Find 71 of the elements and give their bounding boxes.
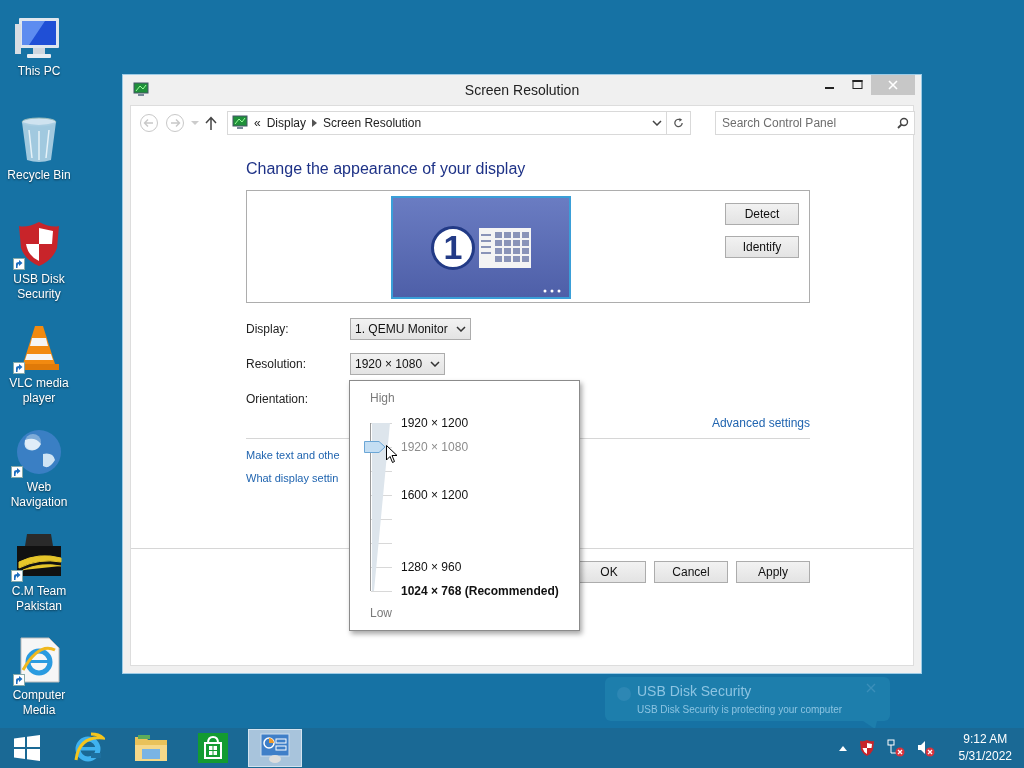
resolution-option[interactable]: 1024 × 768 (Recommended) (401, 584, 559, 598)
desktop-icon-label[interactable]: C.M Team Pakistan (1, 584, 77, 614)
resolution-option[interactable]: 1920 × 1200 (401, 416, 469, 430)
desktop-icon-label[interactable]: Recycle Bin (1, 168, 77, 183)
refresh-icon (673, 117, 684, 129)
desktop-icon-label[interactable]: USB Disk Security (1, 272, 77, 302)
notification-title: USB Disk Security (637, 683, 752, 700)
window-grid-icon (479, 227, 531, 268)
dialog-button[interactable]: Cancel (654, 561, 728, 583)
field-label: Resolution: (246, 357, 308, 371)
field-label: Orientation: (246, 392, 310, 406)
slider-track[interactable] (364, 423, 392, 591)
refresh-button[interactable] (667, 111, 691, 135)
control-panel-icon (259, 732, 291, 764)
resolution-option[interactable]: 1600 × 1200 (401, 488, 469, 502)
monitor-icon (232, 115, 248, 131)
windows-logo-icon (14, 735, 40, 761)
mouse-pointer-icon (386, 445, 398, 464)
resolution-option[interactable]: 1280 × 960 (401, 560, 462, 574)
chevron-down-icon (430, 361, 441, 367)
shield-icon (17, 220, 61, 268)
browser-icon (73, 732, 105, 764)
side-button[interactable]: Identify (725, 236, 799, 258)
globe-icon (15, 428, 63, 476)
field-label: Display: (246, 322, 290, 336)
address-bar[interactable]: « Display Screen Resolution (227, 111, 667, 135)
desktop-icon-label[interactable]: This PC (1, 64, 77, 79)
monitor-number: 1 (431, 225, 475, 270)
chevron-down-icon (455, 326, 466, 332)
desktop-icon-label[interactable]: Computer Media (1, 688, 77, 718)
chevron-down-icon[interactable] (652, 120, 662, 126)
help-link[interactable]: Make text and othe (246, 449, 340, 461)
breadcrumb-item[interactable]: Screen Resolution (323, 116, 422, 130)
store-icon (198, 733, 228, 763)
minimize-icon (824, 87, 834, 89)
side-button[interactable]: Detect (725, 203, 799, 225)
resolution-option[interactable]: 1920 × 1080 (401, 440, 469, 454)
window-title: Screen Resolution (464, 82, 580, 98)
desktop-icon-label[interactable]: Web Navigation (1, 480, 77, 510)
recycle-bin-icon (19, 116, 59, 164)
monitor-tile[interactable]: 1 (391, 196, 571, 299)
close-icon (888, 80, 898, 90)
breadcrumb-item[interactable]: Display (266, 116, 307, 130)
notification-message: USB Disk Security is protecting your computer (637, 703, 843, 716)
browser-document-icon (17, 636, 61, 684)
chevron-right-icon (312, 119, 318, 127)
advanced-settings-link[interactable]: Advanced settings (711, 416, 810, 430)
dropdown[interactable]: 1. QEMU Monitor (350, 318, 471, 340)
slider-thumb[interactable] (364, 441, 386, 453)
dropdown[interactable]: 1920 × 1080 (350, 353, 446, 375)
overflow-mark: « (254, 116, 261, 130)
up-button[interactable] (205, 116, 217, 130)
maximize-icon (851, 80, 863, 90)
high-label: High (370, 391, 395, 405)
folder-icon (134, 733, 168, 763)
taskbar-button[interactable] (248, 729, 302, 767)
clock-date[interactable]: 5/31/2022 (958, 748, 1012, 765)
search-icon (897, 117, 909, 129)
clock-time[interactable]: 9:12 AM (958, 731, 1012, 748)
dialog-button[interactable]: Apply (736, 561, 810, 583)
caret-up-icon[interactable] (838, 745, 847, 751)
shield-icon[interactable] (858, 739, 875, 757)
speaker-muted-icon[interactable] (916, 739, 935, 757)
monitor-icon (133, 82, 149, 98)
page-heading: Change the appearance of your display (246, 160, 527, 178)
low-label: Low (370, 606, 392, 620)
desktop-icon-label[interactable]: VLC media player (1, 376, 77, 406)
dots-icon (543, 289, 561, 293)
help-link[interactable]: What display settin (246, 472, 339, 484)
network-error-icon[interactable] (886, 739, 905, 757)
search-field[interactable]: Search Control Panel (715, 111, 915, 135)
